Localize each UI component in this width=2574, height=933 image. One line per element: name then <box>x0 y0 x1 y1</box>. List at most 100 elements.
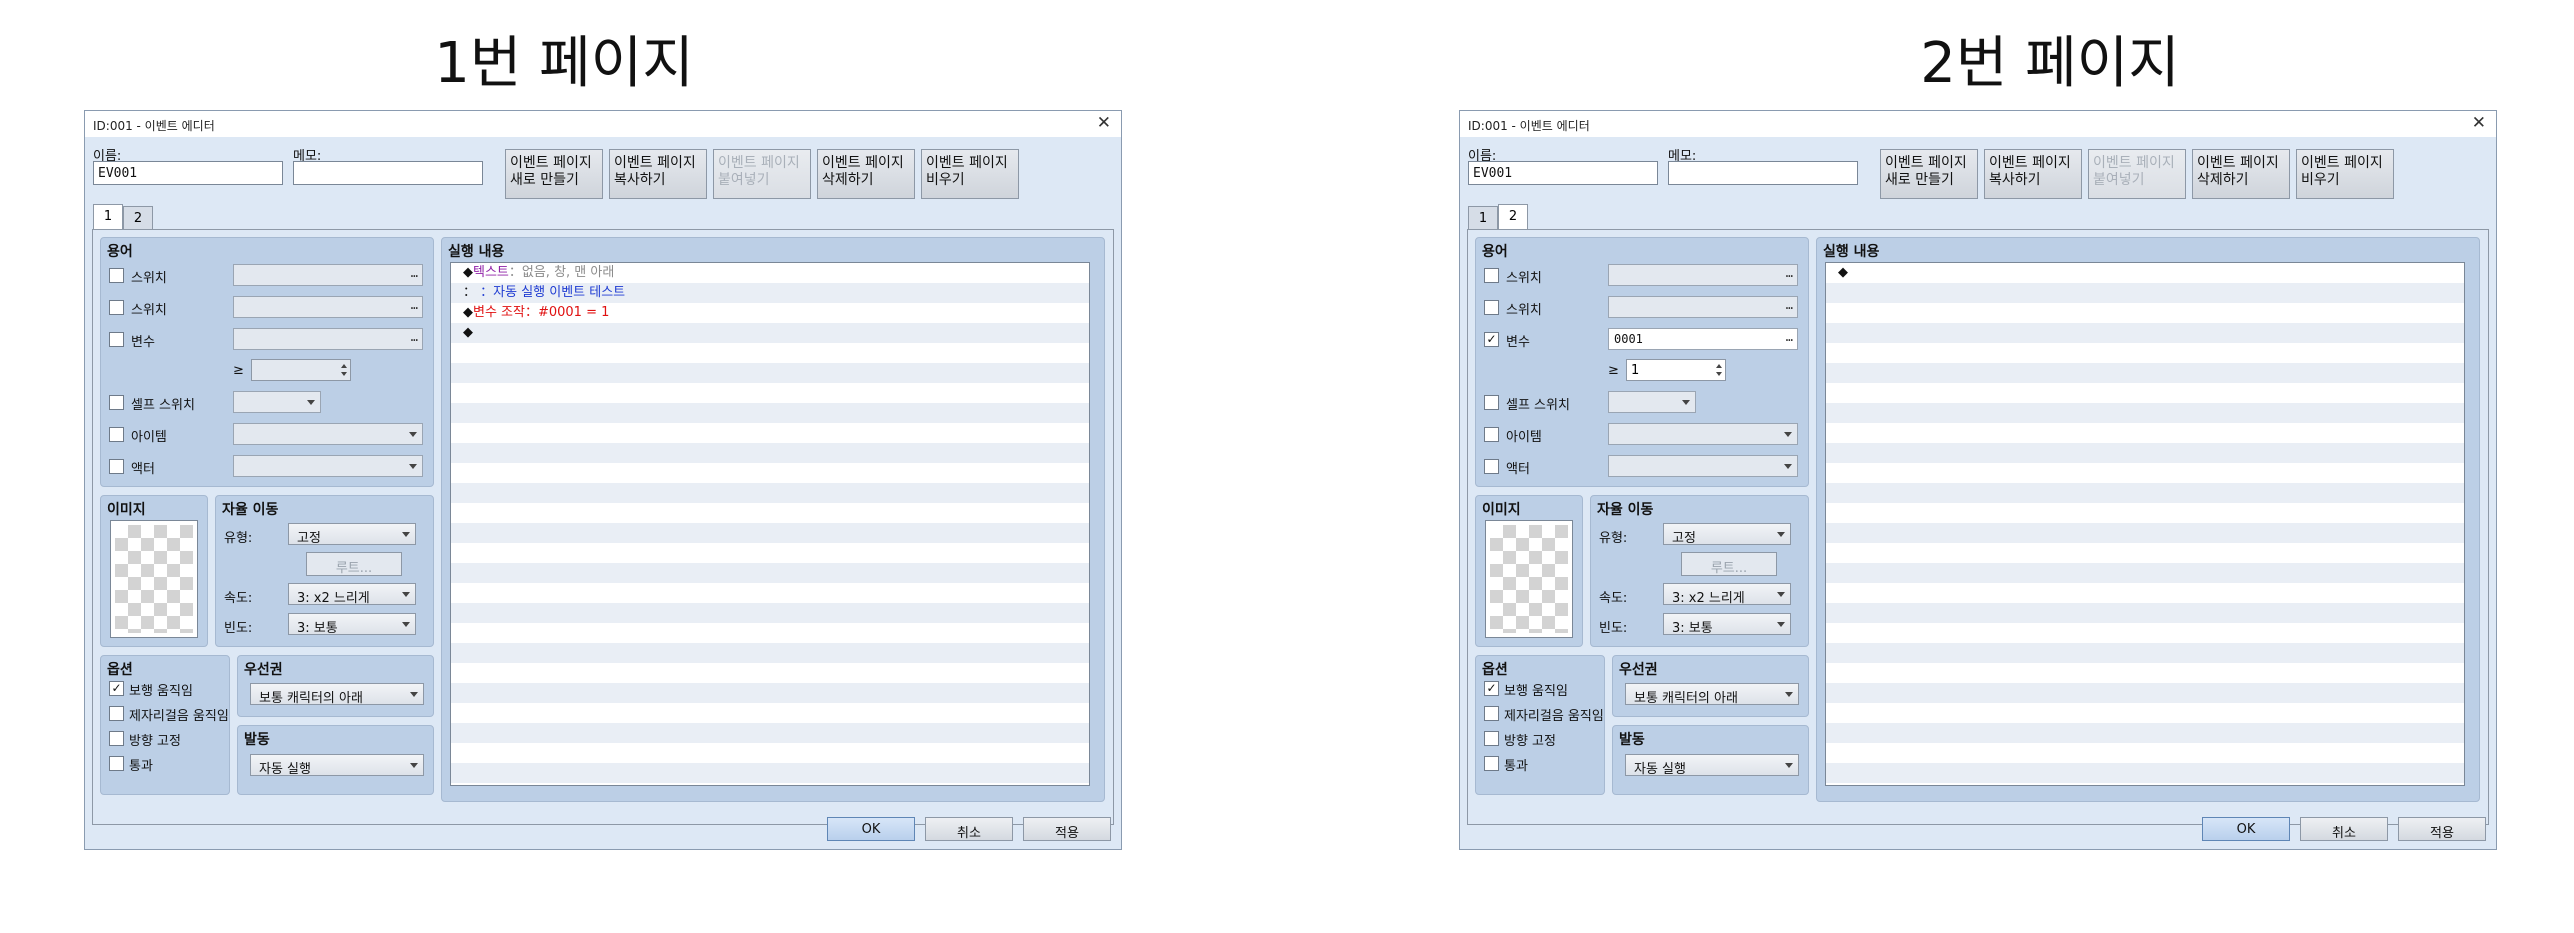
switch2-checkbox[interactable] <box>109 300 124 315</box>
direction-fix-checkbox[interactable] <box>109 731 124 746</box>
memo-input[interactable] <box>1668 161 1858 185</box>
name-input[interactable]: EV001 <box>93 161 283 185</box>
tab-page-1[interactable]: 1 <box>1468 206 1498 229</box>
tab-panel: 용어 스위치 … 스위치 … 변수 … ≥ 셀프 스위치 아이템 액터 이미지 <box>92 229 1114 825</box>
name-input[interactable]: EV001 <box>1468 161 1658 185</box>
down-arrow-icon[interactable] <box>341 372 347 376</box>
item-select[interactable] <box>1608 423 1798 445</box>
frequency-select[interactable]: 3: 보통 <box>1663 613 1791 636</box>
browse-icon[interactable]: … <box>411 330 418 344</box>
variable-checkbox[interactable] <box>109 332 124 347</box>
tab-page-1[interactable]: 1 <box>93 204 123 230</box>
walking-checkbox[interactable]: ✓ <box>109 681 124 696</box>
copy-page-button[interactable]: 이벤트 페이지 복사하기 <box>609 149 707 199</box>
clear-page-button[interactable]: 이벤트 페이지 비우기 <box>2296 149 2394 199</box>
clear-page-button[interactable]: 이벤트 페이지 비우기 <box>921 149 1019 199</box>
ge-symbol: ≥ <box>233 363 244 378</box>
command-row[interactable]: ◆변수 조작：#0001 = 1 <box>463 303 609 323</box>
switch2-checkbox[interactable] <box>1484 300 1499 315</box>
through-checkbox[interactable] <box>109 756 124 771</box>
event-command-list[interactable]: ◆텍스트：없음, 창, 맨 아래： ：자동 실행 이벤트 테스트 ◆변수 조작：#… <box>450 262 1090 786</box>
browse-icon[interactable]: … <box>1786 330 1793 344</box>
switch1-field[interactable]: … <box>1608 264 1798 286</box>
command-row[interactable]: ： ：자동 실행 이벤트 테스트 <box>463 283 625 303</box>
variable-value-stepper[interactable]: 1 <box>1626 359 1726 381</box>
trigger-title: 발동 <box>1619 732 1645 748</box>
speed-select[interactable]: 3: x2 느리게 <box>288 583 416 606</box>
switch1-checkbox[interactable] <box>1484 268 1499 283</box>
actor-checkbox[interactable] <box>109 459 124 474</box>
route-button[interactable]: 루트... <box>1681 552 1777 576</box>
page-caption: 1번 페이지 <box>434 31 694 96</box>
paste-page-button[interactable]: 이벤트 페이지 붙여넣기 <box>2088 149 2186 199</box>
switch2-field[interactable]: … <box>233 296 423 318</box>
delete-page-button[interactable]: 이벤트 페이지 삭제하기 <box>2192 149 2290 199</box>
self-switch-select[interactable] <box>1608 391 1696 413</box>
cancel-button[interactable]: 취소 <box>2300 817 2388 841</box>
up-arrow-icon[interactable] <box>1716 364 1722 368</box>
ok-button[interactable]: OK <box>827 817 915 841</box>
down-arrow-icon[interactable] <box>1716 372 1722 376</box>
through-checkbox[interactable] <box>1484 756 1499 771</box>
memo-input[interactable] <box>293 161 483 185</box>
browse-icon[interactable]: … <box>411 298 418 312</box>
self-switch-checkbox[interactable] <box>1484 395 1499 410</box>
command-row[interactable]: ◆ <box>463 323 473 343</box>
new-page-button[interactable]: 이벤트 페이지 새로 만들기 <box>505 149 603 199</box>
variable-checkbox[interactable]: ✓ <box>1484 332 1499 347</box>
apply-button[interactable]: 적용 <box>2398 817 2486 841</box>
new-page-button[interactable]: 이벤트 페이지 새로 만들기 <box>1880 149 1978 199</box>
trigger-select[interactable]: 자동 실행 <box>1625 754 1799 777</box>
delete-page-button[interactable]: 이벤트 페이지 삭제하기 <box>817 149 915 199</box>
event-command-list[interactable]: ◆ <box>1825 262 2465 786</box>
browse-icon[interactable]: … <box>1786 266 1793 280</box>
actor-checkbox[interactable] <box>1484 459 1499 474</box>
command-row[interactable]: ◆ <box>1838 263 1848 283</box>
apply-button[interactable]: 적용 <box>1023 817 1111 841</box>
item-checkbox[interactable] <box>1484 427 1499 442</box>
character-image[interactable] <box>110 520 198 638</box>
stepping-checkbox[interactable] <box>1484 706 1499 721</box>
character-image[interactable] <box>1485 520 1573 638</box>
type-select[interactable]: 고정 <box>288 523 416 546</box>
variable-value-stepper[interactable] <box>251 359 351 381</box>
variable-field[interactable]: … <box>233 328 423 350</box>
browse-icon[interactable]: … <box>1786 298 1793 312</box>
tab-page-2[interactable]: 2 <box>123 206 153 229</box>
title-bar: ID:001 - 이벤트 에디터 ✕ <box>85 111 1121 137</box>
route-button[interactable]: 루트... <box>306 552 402 576</box>
direction-fix-checkbox[interactable] <box>1484 731 1499 746</box>
frequency-select[interactable]: 3: 보통 <box>288 613 416 636</box>
command-row[interactable]: ◆텍스트：없음, 창, 맨 아래 <box>463 263 614 283</box>
cancel-button[interactable]: 취소 <box>925 817 1013 841</box>
item-checkbox[interactable] <box>109 427 124 442</box>
item-select[interactable] <box>233 423 423 445</box>
switch1-field[interactable]: … <box>233 264 423 286</box>
walking-checkbox[interactable]: ✓ <box>1484 681 1499 696</box>
options-group: 옵션 ✓ 보행 움직임 제자리걸음 움직임 방향 고정 통과 <box>100 655 230 795</box>
actor-select[interactable] <box>1608 455 1798 477</box>
self-switch-checkbox[interactable] <box>109 395 124 410</box>
close-icon[interactable]: ✕ <box>2472 113 2486 133</box>
switch2-field[interactable]: … <box>1608 296 1798 318</box>
chevron-down-icon <box>1785 692 1793 697</box>
ok-button[interactable]: OK <box>2202 817 2290 841</box>
self-switch-select[interactable] <box>233 391 321 413</box>
switch1-checkbox[interactable] <box>109 268 124 283</box>
trigger-select[interactable]: 자동 실행 <box>250 754 424 777</box>
type-select[interactable]: 고정 <box>1663 523 1791 546</box>
up-arrow-icon[interactable] <box>341 364 347 368</box>
close-icon[interactable]: ✕ <box>1097 113 1111 133</box>
priority-select[interactable]: 보통 캐릭터의 아래 <box>1625 683 1799 706</box>
paste-page-button[interactable]: 이벤트 페이지 붙여넣기 <box>713 149 811 199</box>
options-title: 옵션 <box>107 662 133 678</box>
copy-page-button[interactable]: 이벤트 페이지 복사하기 <box>1984 149 2082 199</box>
actor-select[interactable] <box>233 455 423 477</box>
speed-select[interactable]: 3: x2 느리게 <box>1663 583 1791 606</box>
tab-page-2[interactable]: 2 <box>1498 204 1528 230</box>
variable-field[interactable]: 0001… <box>1608 328 1798 350</box>
diamond-icon: ◆ <box>463 265 473 280</box>
stepping-checkbox[interactable] <box>109 706 124 721</box>
browse-icon[interactable]: … <box>411 266 418 280</box>
priority-select[interactable]: 보통 캐릭터의 아래 <box>250 683 424 706</box>
